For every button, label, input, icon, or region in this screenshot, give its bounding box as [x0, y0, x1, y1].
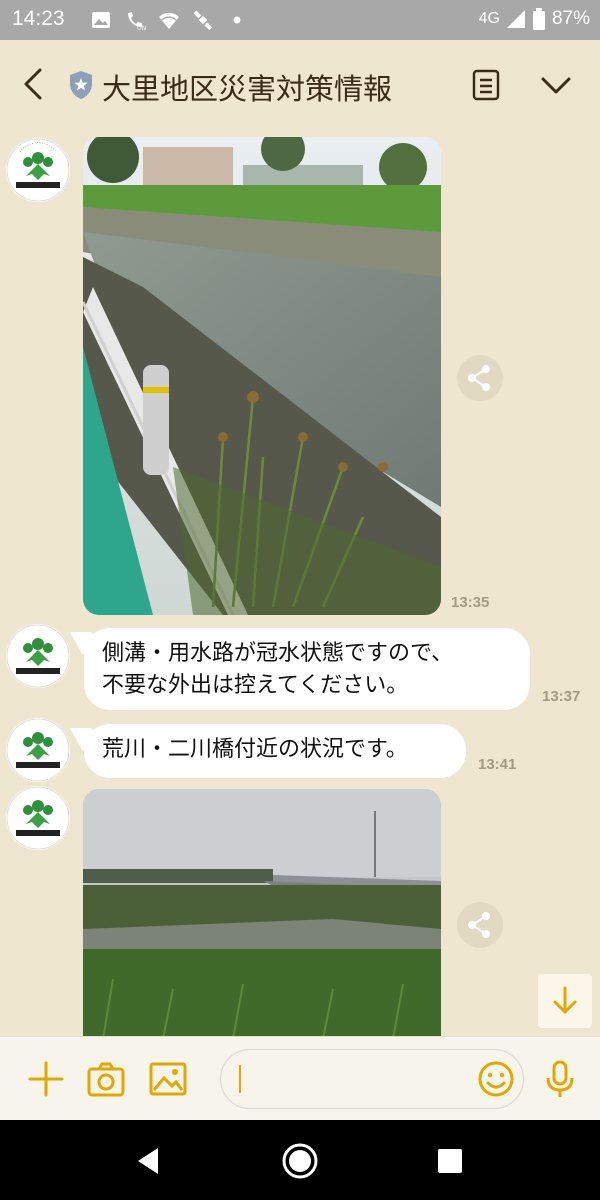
- chat-title: 大里地区災害対策情報: [102, 72, 393, 106]
- sender-avatar[interactable]: [6, 138, 70, 202]
- message-line: 側溝・用水路が冠水状態ですので、: [102, 641, 454, 666]
- sender-avatar[interactable]: [6, 786, 70, 850]
- battery-label: 87%: [551, 8, 590, 29]
- scroll-to-bottom-button[interactable]: [538, 974, 592, 1028]
- camera-icon[interactable]: [86, 1059, 126, 1099]
- organization-logo: [6, 624, 70, 688]
- status-icons: ON: [90, 9, 248, 31]
- image-icon[interactable]: [148, 1059, 188, 1099]
- microphone-icon[interactable]: [540, 1059, 580, 1099]
- chevron-down-icon[interactable]: [538, 70, 574, 100]
- message-input-bar: [0, 1036, 600, 1120]
- emoji-icon[interactable]: [476, 1059, 516, 1099]
- share-icon: [468, 365, 490, 391]
- system-navigation-bar: [0, 1120, 600, 1200]
- official-shield-icon: [70, 71, 92, 99]
- organization-logo: [6, 138, 70, 202]
- photo-message-bridge[interactable]: [83, 789, 441, 1039]
- message-time: 13:35: [451, 594, 490, 611]
- status-time: 14:23: [12, 7, 65, 30]
- organization-logo: [6, 786, 70, 850]
- svg-text:ON: ON: [137, 25, 146, 31]
- share-button[interactable]: [457, 355, 503, 401]
- bridge-photo: [83, 789, 441, 1039]
- status-bar: 14:23 ON 4G 87%: [0, 0, 600, 40]
- status-right: 4G 87%: [479, 8, 590, 30]
- share-button[interactable]: [457, 902, 503, 948]
- share-icon: [468, 912, 490, 938]
- text-message[interactable]: 荒川・二川橋付近の状況です。: [84, 724, 466, 778]
- network-label: 4G: [478, 10, 500, 27]
- sender-avatar[interactable]: [6, 718, 70, 782]
- nav-recents-icon[interactable]: [436, 1147, 464, 1175]
- sender-avatar[interactable]: [6, 624, 70, 688]
- back-icon[interactable]: [18, 64, 52, 104]
- wifi-icon: [159, 12, 179, 29]
- message-line: 荒川・二川橋付近の状況です。: [102, 737, 408, 762]
- gallery-icon: [92, 12, 110, 28]
- plus-icon[interactable]: [26, 1059, 66, 1099]
- satellite-icon: [193, 10, 213, 31]
- text-message[interactable]: 側溝・用水路が冠水状態ですので、 不要な外出は控えてください。: [84, 628, 530, 710]
- nav-home-icon[interactable]: [281, 1142, 319, 1180]
- nav-back-icon[interactable]: [134, 1146, 162, 1176]
- arrow-down-icon: [553, 986, 577, 1014]
- chat-header: 大里地区災害対策情報: [0, 40, 600, 130]
- dot-icon: [233, 16, 241, 24]
- organization-logo: [6, 718, 70, 782]
- message-time: 13:37: [542, 688, 581, 705]
- message-line: 不要な外出は控えてください。: [102, 673, 409, 698]
- signal-icon: [506, 10, 525, 28]
- notes-icon[interactable]: [470, 68, 502, 102]
- text-caret: [239, 1065, 241, 1093]
- photo-message-river[interactable]: [83, 137, 441, 615]
- wifi-calling-icon: ON: [128, 12, 146, 31]
- message-time: 13:41: [478, 756, 517, 773]
- river-photo: [83, 137, 441, 615]
- battery-icon: [532, 8, 545, 30]
